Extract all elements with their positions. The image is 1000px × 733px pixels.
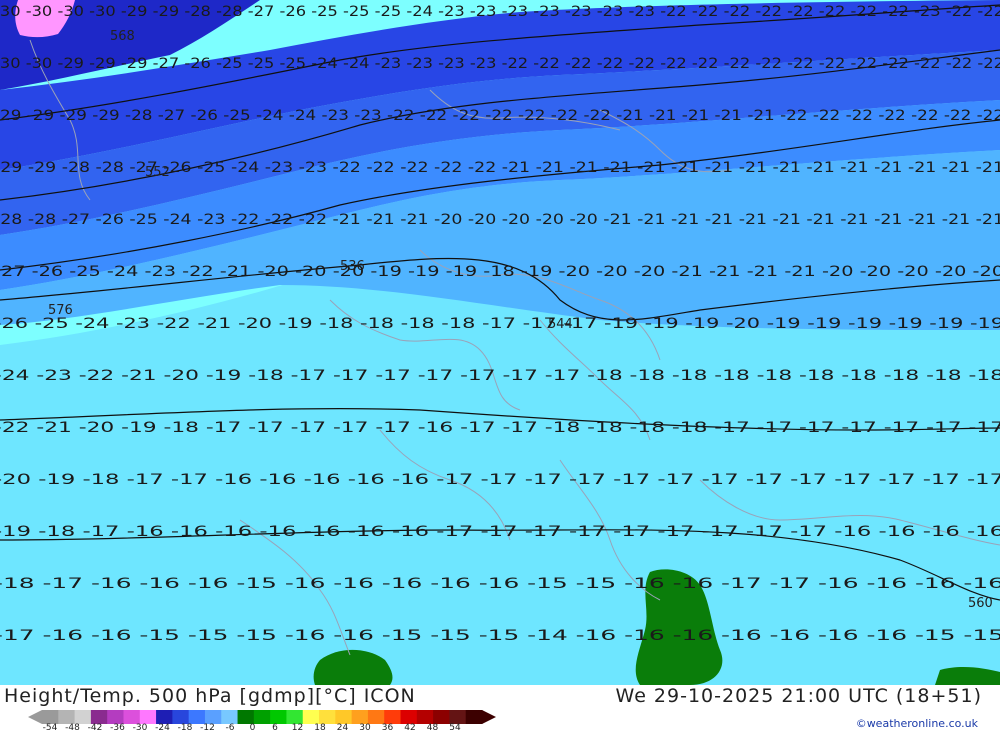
colorbar-label: -6 <box>225 723 235 733</box>
temperature-row: -28 -28 -27 -26 -25 -24 -23 -22 -22 -22 … <box>0 212 1000 228</box>
colorbar-cell <box>384 710 402 724</box>
colorbar-label: -30 <box>132 723 148 733</box>
colorbar-cell <box>433 710 450 724</box>
legend-bar: Height/Temp. 500 hPa [gdmp][°C] ICON We … <box>0 685 1000 733</box>
map-svg: 560 544 576 552 536 568 -30 -30 -30 -30 … <box>0 0 1000 685</box>
colorbar-cell <box>221 710 239 724</box>
colorbar-cell <box>42 710 59 724</box>
credit-link[interactable]: ©weatheronline.co.uk <box>856 717 978 730</box>
colorbar-cell <box>319 710 336 724</box>
colorbar-label: -54 <box>42 723 58 733</box>
colorbar-cell <box>139 710 157 724</box>
temperature-row: -17 -16 -16 -15 -15 -15 -16 -16 -15 -15 … <box>0 628 1000 644</box>
colorbar-label: 54 <box>449 723 461 733</box>
colorbar-label: -12 <box>200 723 215 733</box>
colorbar-cell <box>400 710 418 724</box>
temperature-row: -26 -25 -24 -23 -22 -21 -20 -19 -18 -18 … <box>0 316 1000 332</box>
colorbar-label: -42 <box>87 723 103 733</box>
colorbar-label: -48 <box>65 723 80 733</box>
colorbar-label: -18 <box>177 723 193 733</box>
temperature-row: -19 -18 -17 -16 -16 -16 -16 -16 -16 -16 … <box>0 524 1000 540</box>
colorbar-right-arrow <box>482 710 496 724</box>
temperature-row: -30 -30 -29 -29 -29 -27 -26 -25 -25 -25 … <box>0 56 1000 72</box>
colorbar-cell <box>253 710 271 724</box>
temperature-row: -22 -21 -20 -19 -18 -17 -17 -17 -17 -17 … <box>0 420 1000 436</box>
colorbar-cell <box>302 710 320 724</box>
colorbar-cell <box>172 710 190 724</box>
colorbar-label: 42 <box>404 723 416 733</box>
colorbar-cell <box>156 710 173 724</box>
colorbar-cell <box>270 710 287 724</box>
colorbar-cell <box>204 710 222 724</box>
colorbar-label: 0 <box>249 723 256 733</box>
colorbar-cell <box>351 710 369 724</box>
height-label-568: 568 <box>110 29 135 44</box>
colorbar-cell <box>449 710 467 724</box>
colorbar-cell <box>188 710 206 724</box>
colorbar-label: -36 <box>110 723 125 733</box>
colorbar-cell <box>107 710 124 724</box>
temperature-row: -29 -29 -29 -29 -28 -27 -26 -25 -24 -24 … <box>0 108 1000 124</box>
colorbar-cell <box>367 710 385 724</box>
colorbar-label: 36 <box>381 723 394 733</box>
colorbar-label: 6 <box>272 723 278 733</box>
colorbar-cell <box>74 710 92 724</box>
colorbar-cell <box>123 710 141 724</box>
colorbar-label: -24 <box>155 723 170 733</box>
temperature-row: -29 -29 -28 -28 -27 -26 -25 -24 -23 -23 … <box>0 160 1000 176</box>
height-label-560: 560 <box>968 596 993 611</box>
colorbar-cell <box>237 710 255 724</box>
colorbar-cell <box>286 710 304 724</box>
temperature-row: -20 -19 -18 -17 -17 -16 -16 -16 -16 -16 … <box>0 472 1000 488</box>
colorbar-label: 18 <box>314 723 326 733</box>
valid-datetime: We 29-10-2025 21:00 UTC (18+51) <box>615 685 982 707</box>
temperature-row: -30 -30 -30 -30 -29 -29 -28 -28 -27 -26 … <box>0 4 1000 20</box>
temperature-row: -24 -23 -22 -21 -20 -19 -18 -17 -17 -17 … <box>0 368 1000 384</box>
colorbar-label: 24 <box>336 723 349 733</box>
colorbar-cell <box>335 710 353 724</box>
colorbar-cell <box>58 710 76 724</box>
weather-map: 560 544 576 552 536 568 -30 -30 -30 -30 … <box>0 0 1000 685</box>
colorbar-label: 12 <box>291 723 304 733</box>
temperature-row: -27 -26 -25 -24 -23 -22 -21 -20 -20 -20 … <box>0 264 1000 280</box>
colorbar-label: 30 <box>359 723 371 733</box>
colorbar-cell <box>90 710 108 724</box>
map-title: Height/Temp. 500 hPa [gdmp][°C] ICON <box>4 685 416 707</box>
colorbar-cell <box>465 710 483 724</box>
colorbar-cell <box>416 710 434 724</box>
temperature-row: -18 -17 -16 -16 -16 -15 -16 -16 -16 -16 … <box>0 576 1000 592</box>
colorbar-left-arrow <box>28 710 42 724</box>
colorbar-label: 48 <box>426 723 439 733</box>
